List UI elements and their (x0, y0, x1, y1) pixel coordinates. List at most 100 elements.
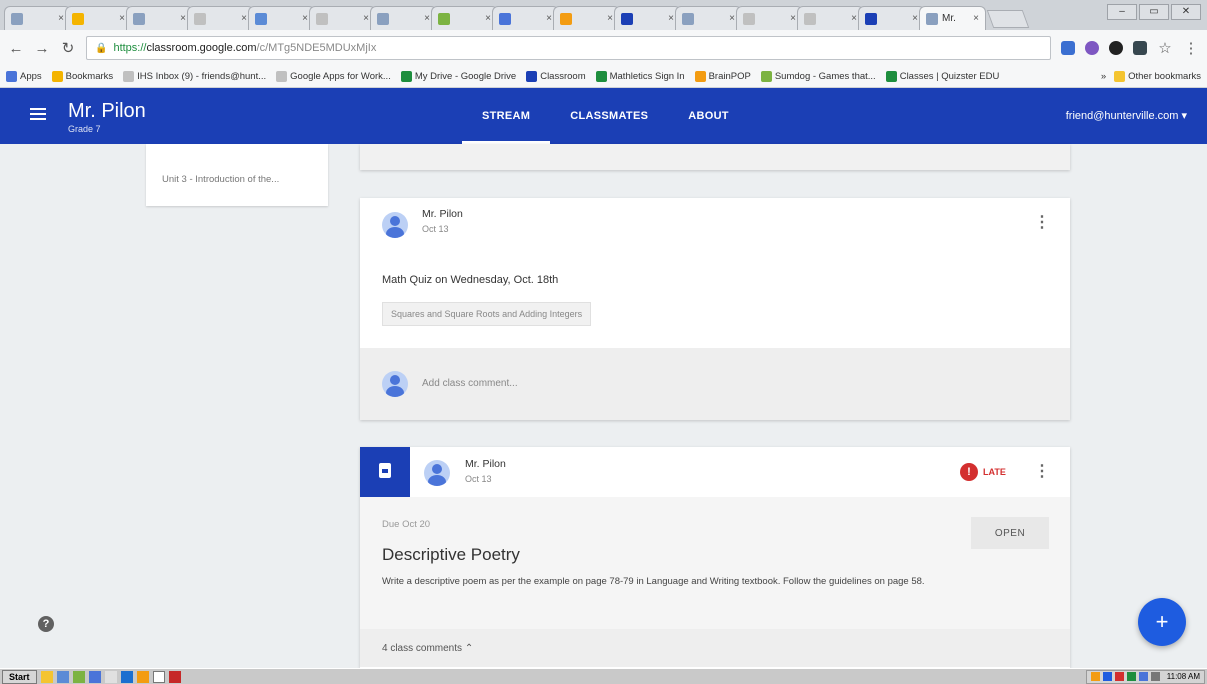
app-icon[interactable] (56, 670, 69, 683)
help-icon[interactable]: ? (38, 616, 54, 632)
tab-label: Mr. (942, 13, 956, 24)
browser-tab[interactable]: × (797, 6, 864, 30)
tab-close-icon[interactable]: × (973, 13, 979, 24)
browser-tab-active[interactable]: Mr. × (919, 6, 986, 30)
class-comments-bar[interactable]: 4 class comments ⌃ (360, 629, 1070, 667)
maximize-button[interactable]: ▭ (1139, 4, 1169, 20)
browser-tab[interactable]: × (736, 6, 803, 30)
bookmark-item[interactable]: Classes | Quizster EDU (885, 71, 999, 82)
tab-close-icon[interactable]: × (241, 13, 247, 24)
browser-tab[interactable]: × (431, 6, 498, 30)
tab-close-icon[interactable]: × (119, 13, 125, 24)
tab-close-icon[interactable]: × (485, 13, 491, 24)
folder-icon[interactable] (40, 670, 53, 683)
tab-close-icon[interactable]: × (424, 13, 430, 24)
bookmark-item[interactable]: My Drive - Google Drive (400, 71, 516, 82)
extension-icon[interactable] (1085, 41, 1099, 55)
minimize-button[interactable]: – (1107, 4, 1137, 20)
tray-icon[interactable] (1126, 672, 1136, 681)
tab-favicon-icon (560, 12, 572, 25)
upcoming-item-link[interactable]: Unit 3 - Introduction of the... (162, 174, 279, 185)
extension-icon[interactable] (1133, 41, 1147, 55)
browser-tab[interactable]: × (248, 6, 315, 30)
browser-tab[interactable]: × (309, 6, 376, 30)
class-nav-tabs: STREAM CLASSMATES ABOUT (462, 88, 749, 144)
extension-icon[interactable] (1109, 41, 1123, 55)
tab-about[interactable]: ABOUT (668, 88, 749, 144)
start-button[interactable]: Start (2, 669, 37, 684)
tab-close-icon[interactable]: × (302, 13, 308, 24)
other-bookmarks[interactable]: Other bookmarks (1114, 71, 1201, 82)
class-title[interactable]: Mr. Pilon (68, 100, 146, 123)
bookmark-item[interactable]: Apps (6, 71, 42, 82)
tab-close-icon[interactable]: × (729, 13, 735, 24)
bookmark-favicon-icon (123, 71, 135, 82)
bookmark-item[interactable]: Classroom (526, 71, 586, 82)
browser-tab[interactable]: × (553, 6, 620, 30)
chrome-menu-icon[interactable]: ⋮ (1183, 39, 1199, 57)
assignment-description: Write a descriptive poem as per the exam… (382, 576, 925, 587)
tray-icon[interactable] (1114, 672, 1124, 681)
tab-close-icon[interactable]: × (58, 13, 64, 24)
app-icon[interactable] (136, 670, 149, 683)
tab-favicon-icon (255, 12, 267, 25)
browser-tab[interactable]: × (675, 6, 742, 30)
topic-chip[interactable]: Squares and Square Roots and Adding Inte… (382, 302, 592, 326)
browser-tab[interactable]: × (370, 6, 437, 30)
expand-icon: ⌃ (464, 643, 474, 654)
tab-close-icon[interactable]: × (851, 13, 857, 24)
app-icon[interactable] (104, 670, 117, 683)
bookmark-item[interactable]: Sumdog - Games that... (760, 71, 876, 82)
bookmarks-overflow-icon[interactable]: » (1101, 71, 1106, 82)
back-arrow-icon[interactable]: ← (8, 40, 24, 57)
add-class-comment-input[interactable]: Add class comment... (422, 378, 518, 389)
star-icon[interactable]: ☆ (1157, 39, 1173, 57)
app-icon[interactable] (88, 670, 101, 683)
open-button[interactable]: OPEN (971, 517, 1049, 549)
tab-close-icon[interactable]: × (546, 13, 552, 24)
bookmark-item[interactable]: BrainPOP (694, 71, 751, 82)
app-icon[interactable] (168, 670, 181, 683)
reload-icon[interactable]: ↻ (60, 39, 76, 57)
bookmark-item[interactable]: Bookmarks (51, 71, 113, 82)
address-bar[interactable]: 🔒 https://classroom.google.com/c/MTg5NDE… (86, 36, 1051, 60)
tab-close-icon[interactable]: × (180, 13, 186, 24)
browser-tab[interactable]: × (492, 6, 559, 30)
browser-tab[interactable]: × (614, 6, 681, 30)
bookmark-item[interactable]: Mathletics Sign In (595, 71, 685, 82)
create-post-button[interactable]: + (1138, 598, 1186, 646)
app-icon[interactable] (72, 670, 85, 683)
app-icon[interactable] (120, 670, 133, 683)
bookmarks-bar: Apps Bookmarks IHS Inbox (9) - friends@hun… (0, 66, 1207, 88)
extension-icon[interactable] (1061, 41, 1075, 55)
browser-tab[interactable]: × (4, 6, 71, 30)
bookmark-item[interactable]: Google Apps for Work... (276, 71, 391, 82)
browser-tab[interactable]: × (126, 6, 193, 30)
tab-stream[interactable]: STREAM (462, 88, 551, 144)
more-options-icon[interactable]: ⋮ (1034, 461, 1050, 481)
bookmark-favicon-icon (51, 71, 63, 82)
tab-close-icon[interactable]: × (363, 13, 369, 24)
tab-close-icon[interactable]: × (668, 13, 674, 24)
volume-icon[interactable] (1150, 672, 1160, 681)
tray-icon[interactable] (1102, 672, 1112, 681)
bookmark-item[interactable]: IHS Inbox (9) - friends@hunt... (123, 71, 266, 82)
close-window-button[interactable]: ✕ (1171, 4, 1201, 20)
account-menu[interactable]: friend@hunterville.com ▾ (1066, 109, 1187, 122)
tab-close-icon[interactable]: × (607, 13, 613, 24)
browser-tab[interactable]: × (858, 6, 925, 30)
tray-icon[interactable] (1138, 672, 1148, 681)
new-tab-button[interactable] (986, 10, 1030, 28)
hamburger-menu-icon[interactable] (30, 108, 46, 120)
tab-close-icon[interactable]: × (790, 13, 796, 24)
assignment-title[interactable]: Descriptive Poetry (382, 545, 520, 565)
forward-arrow-icon[interactable]: → (34, 40, 50, 57)
browser-tab[interactable]: × (187, 6, 254, 30)
bookmark-label: Google Apps for Work... (290, 71, 391, 82)
tab-close-icon[interactable]: × (912, 13, 918, 24)
browser-tab[interactable]: × (65, 6, 132, 30)
tab-classmates[interactable]: CLASSMATES (550, 88, 668, 144)
chrome-icon[interactable] (152, 670, 165, 683)
more-options-icon[interactable]: ⋮ (1034, 212, 1050, 232)
tray-icon[interactable] (1090, 672, 1100, 681)
